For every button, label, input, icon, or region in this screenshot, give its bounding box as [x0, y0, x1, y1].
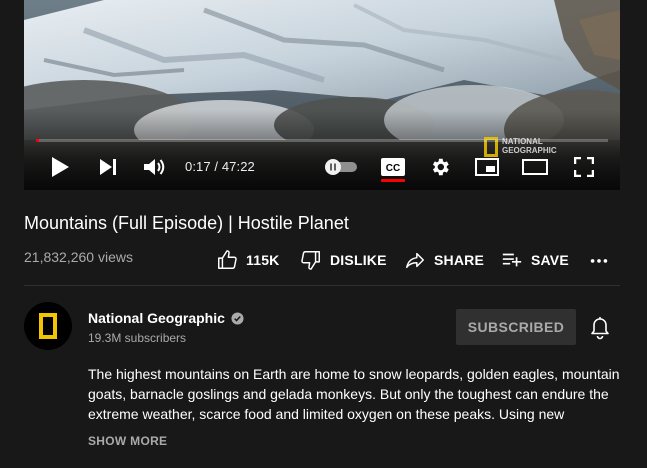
dislike-label: DISLIKE [330, 252, 387, 268]
volume-button[interactable] [142, 153, 168, 181]
video-description: The highest mountains on Earth are home … [88, 366, 620, 422]
gear-icon [432, 158, 449, 176]
next-icon [100, 159, 116, 175]
progress-played [36, 139, 40, 142]
video-title: Mountains (Full Episode) | Hostile Plane… [24, 213, 349, 233]
miniplayer-icon [475, 158, 499, 176]
subscribed-button[interactable]: SUBSCRIBED [456, 309, 576, 345]
fullscreen-button[interactable] [572, 153, 596, 181]
captions-button[interactable]: CC [380, 153, 406, 181]
more-horizontal-icon [590, 259, 608, 263]
miniplayer-button[interactable] [474, 153, 500, 181]
channel-name-row[interactable]: National Geographic [88, 310, 244, 326]
subscriber-count: 19.3M subscribers [88, 331, 187, 345]
theater-icon [522, 159, 548, 175]
natgeo-logo-icon [39, 313, 57, 339]
duration: 47:22 [221, 159, 255, 174]
autoplay-toggle-icon [325, 159, 357, 175]
show-more-button[interactable]: SHOW MORE [88, 434, 167, 448]
volume-icon [144, 159, 165, 175]
save-label: SAVE [531, 252, 569, 268]
progress-bar[interactable] [36, 139, 608, 142]
channel-name[interactable]: National Geographic [88, 310, 225, 326]
video-player[interactable]: NATIONAL GEOGRAPHIC 0:17 / 47:22 CC [24, 0, 620, 190]
like-count: 115K [246, 252, 280, 268]
share-label: SHARE [434, 252, 485, 268]
cc-icon: CC [381, 158, 405, 176]
like-button[interactable]: 115K [216, 248, 280, 272]
theater-mode-button[interactable] [521, 153, 549, 181]
settings-button[interactable] [428, 153, 452, 181]
thumbs-down-icon [300, 249, 322, 271]
play-icon [52, 157, 69, 177]
verified-icon [231, 311, 244, 325]
time-display: 0:17 / 47:22 [185, 159, 255, 174]
view-count: 21,832,260 views [24, 249, 133, 265]
dislike-button[interactable]: DISLIKE [300, 248, 387, 272]
cc-label: CC [386, 163, 400, 174]
more-actions-button[interactable] [588, 248, 610, 272]
bell-icon [591, 317, 609, 340]
playlist-add-icon [501, 249, 523, 271]
notification-bell-button[interactable] [589, 316, 611, 345]
fullscreen-icon [574, 157, 594, 177]
autoplay-toggle[interactable] [322, 153, 360, 181]
channel-avatar[interactable] [24, 302, 72, 350]
next-button[interactable] [96, 153, 120, 181]
time-separator: / [210, 159, 222, 174]
save-button[interactable]: SAVE [501, 248, 569, 272]
play-button[interactable] [48, 153, 72, 181]
thumbs-up-icon [216, 249, 238, 271]
cc-active-indicator [381, 179, 405, 182]
section-divider [24, 285, 620, 286]
share-icon [404, 249, 426, 271]
current-time: 0:17 [185, 159, 211, 174]
share-button[interactable]: SHARE [404, 248, 484, 272]
